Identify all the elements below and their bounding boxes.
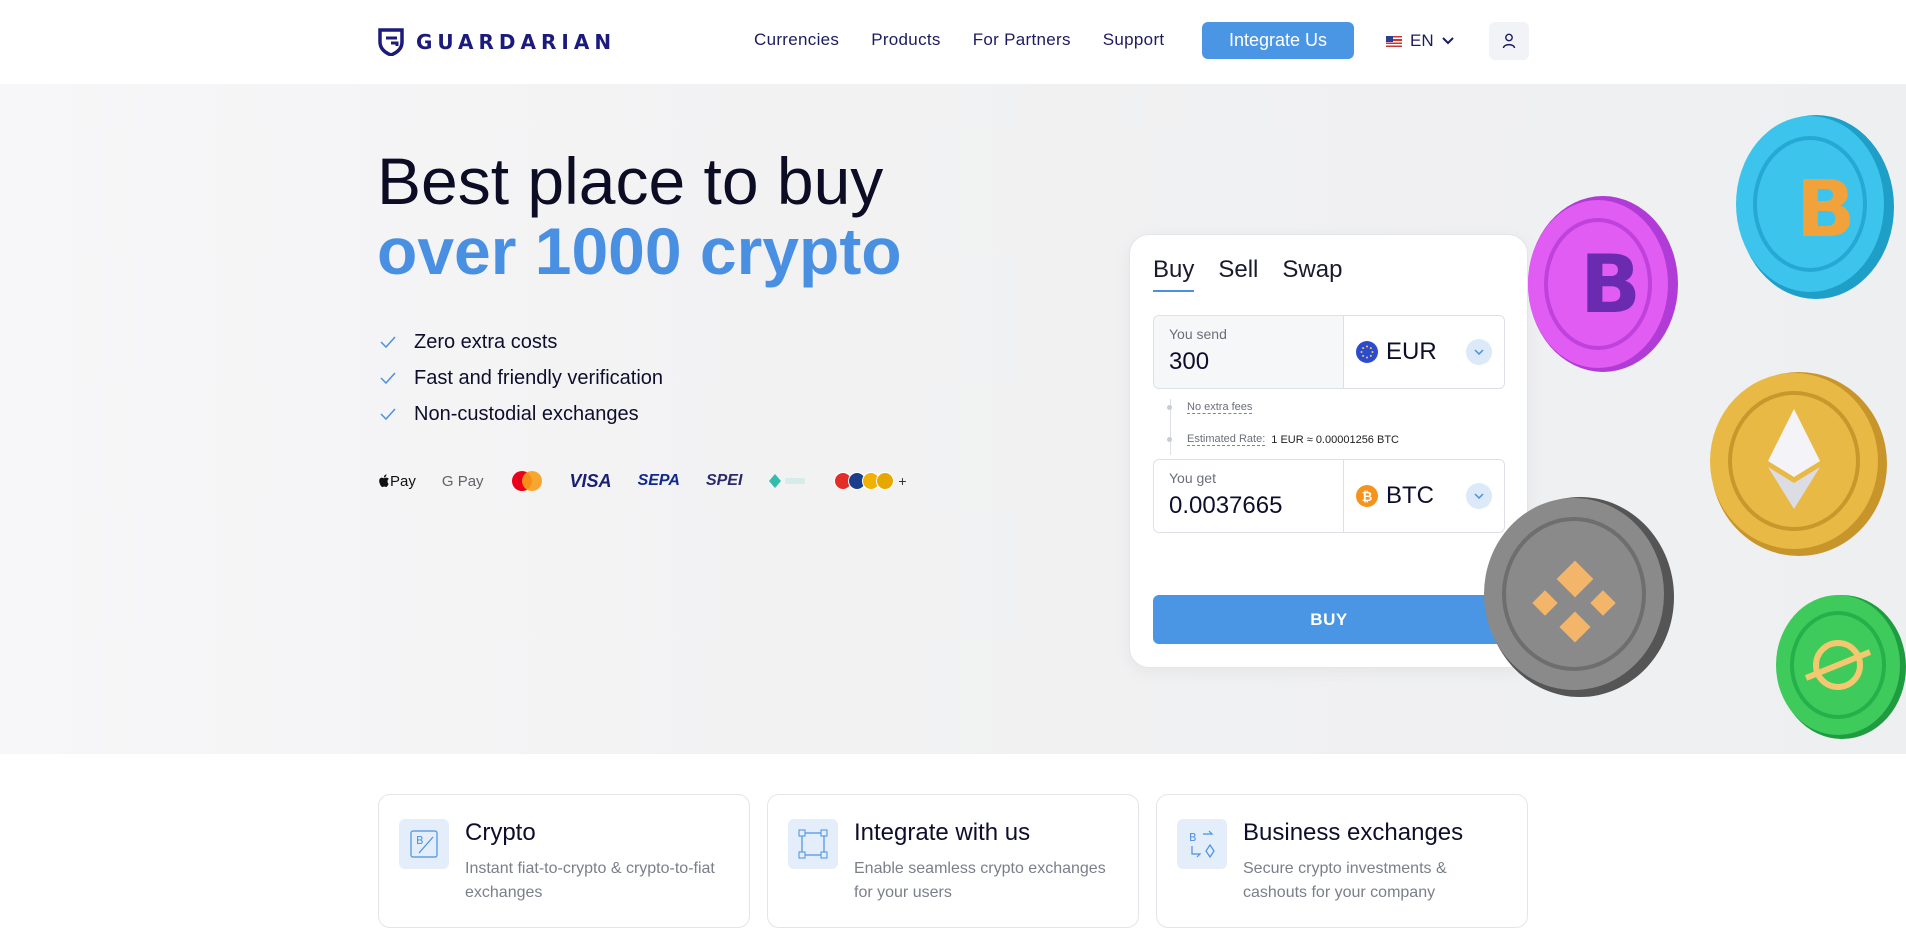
btc-coin-icon: ₿ xyxy=(1356,485,1378,507)
get-field: You get ₿ BTC xyxy=(1153,459,1505,533)
card-description: Instant fiat-to-crypto & crypto-to-fiat … xyxy=(465,860,715,901)
eur-coin-icon xyxy=(1356,341,1378,363)
silver-binance-coin xyxy=(1476,492,1676,702)
send-amount-box[interactable]: You send xyxy=(1154,316,1344,388)
us-flag-icon xyxy=(1386,35,1402,47)
user-icon xyxy=(1502,33,1516,49)
google-pay-logo: G Pay xyxy=(441,472,484,490)
nav-support[interactable]: Support xyxy=(1103,30,1165,50)
main-nav: Currencies Products For Partners Support xyxy=(754,30,1164,50)
apple-pay-text: Pay xyxy=(390,472,416,490)
send-label: You send xyxy=(1169,326,1227,342)
guardarian-logo-icon xyxy=(378,28,404,56)
feature-text: Zero extra costs xyxy=(414,330,558,353)
chevron-down-icon xyxy=(1466,339,1492,365)
blue-bitcoin-coin: B xyxy=(1730,112,1896,302)
hero-title-line1: Best place to buy xyxy=(377,144,884,218)
exchange-widget: Buy Sell Swap You send EUR No extra f xyxy=(1129,234,1528,668)
pix-logo xyxy=(768,473,808,489)
hero-title: Best place to buy over 1000 crypto xyxy=(377,146,902,286)
apple-icon xyxy=(379,474,389,487)
rate-value: 1 EUR ≈ 0.00001256 BTC xyxy=(1271,433,1399,446)
feature-item: Zero extra costs xyxy=(380,324,663,360)
logo-text: GUARDARIAN xyxy=(416,30,617,54)
more-methods: + xyxy=(898,473,907,489)
tab-buy[interactable]: Buy xyxy=(1153,256,1195,292)
sepa-logo: SEPA xyxy=(637,472,680,489)
check-icon xyxy=(380,372,396,384)
no-fees-text[interactable]: No extra fees xyxy=(1187,401,1253,414)
language-selector[interactable]: EN xyxy=(1386,31,1454,51)
buy-button[interactable]: BUY xyxy=(1153,595,1505,644)
send-currency-code: EUR xyxy=(1386,338,1437,365)
visa-logo: VISA xyxy=(569,470,612,491)
logo[interactable]: GUARDARIAN xyxy=(378,28,616,56)
send-field: You send EUR xyxy=(1153,315,1505,389)
site-header: GUARDARIAN Currencies Products For Partn… xyxy=(0,0,1906,84)
check-icon xyxy=(380,408,396,420)
card-crypto[interactable]: B Crypto Instant fiat-to-crypto & crypto… xyxy=(378,794,750,928)
get-amount-box[interactable]: You get xyxy=(1154,460,1344,532)
language-code: EN xyxy=(1410,31,1434,50)
payment-methods: Pay G Pay VISA SEPA SPEI + xyxy=(378,470,907,492)
apple-pay-logo: Pay xyxy=(378,473,416,490)
feature-list: Zero extra costs Fast and friendly verif… xyxy=(380,324,663,432)
green-stellar-coin xyxy=(1772,592,1906,742)
crypto-icon: B xyxy=(399,819,449,869)
card-title: Crypto xyxy=(465,819,536,846)
card-description: Secure crypto investments & cashouts for… xyxy=(1243,860,1447,901)
svg-text:B: B xyxy=(416,834,424,847)
feature-text: Non-custodial exchanges xyxy=(414,402,639,425)
get-label: You get xyxy=(1169,470,1216,486)
get-amount-input[interactable] xyxy=(1169,492,1329,520)
gold-ethereum-coin xyxy=(1704,369,1890,559)
nav-products[interactable]: Products xyxy=(871,30,941,50)
send-amount-input[interactable] xyxy=(1169,348,1329,376)
chevron-down-icon xyxy=(1441,37,1454,45)
card-description: Enable seamless crypto exchanges for you… xyxy=(854,860,1106,901)
svg-text:B: B xyxy=(1189,831,1197,844)
bullet-dot xyxy=(1167,437,1172,442)
card-business[interactable]: B Business exchanges Secure crypto inves… xyxy=(1156,794,1528,928)
account-button[interactable] xyxy=(1489,22,1529,60)
hero-section: Best place to buy over 1000 crypto Zero … xyxy=(0,84,1906,754)
widget-tabs: Buy Sell Swap xyxy=(1153,256,1342,292)
bullet-dot xyxy=(1167,405,1172,410)
tab-sell[interactable]: Sell xyxy=(1218,256,1258,292)
svg-text:B: B xyxy=(1796,165,1855,255)
send-currency-select[interactable]: EUR xyxy=(1344,316,1504,388)
tab-swap[interactable]: Swap xyxy=(1282,256,1342,292)
integrate-us-button[interactable]: Integrate Us xyxy=(1202,22,1354,59)
get-currency-code: BTC xyxy=(1386,482,1434,509)
feature-item: Non-custodial exchanges xyxy=(380,396,663,432)
hero-title-line2: over 1000 crypto xyxy=(377,214,902,288)
card-title: Integrate with us xyxy=(854,819,1031,846)
rate-label[interactable]: Estimated Rate: xyxy=(1187,433,1266,446)
local-methods-logos: + xyxy=(834,472,907,490)
nav-currencies[interactable]: Currencies xyxy=(754,30,839,50)
business-exchange-icon: B xyxy=(1177,819,1227,869)
check-icon xyxy=(380,336,396,348)
purple-bitcoin-coin: B xyxy=(1522,194,1680,374)
feature-item: Fast and friendly verification xyxy=(380,360,663,396)
no-fees-info: No extra fees xyxy=(1167,401,1253,414)
card-title: Business exchanges xyxy=(1243,819,1464,846)
svg-text:B: B xyxy=(1580,238,1641,331)
card-integrate[interactable]: Integrate with us Enable seamless crypto… xyxy=(767,794,1139,928)
integrate-icon xyxy=(788,819,838,869)
feature-text: Fast and friendly verification xyxy=(414,366,664,389)
spei-logo: SPEI xyxy=(705,472,743,489)
nav-for-partners[interactable]: For Partners xyxy=(973,30,1071,50)
rate-info: Estimated Rate: 1 EUR ≈ 0.00001256 BTC xyxy=(1167,433,1399,446)
product-cards: B Crypto Instant fiat-to-crypto & crypto… xyxy=(378,794,1528,928)
mastercard-logo xyxy=(510,470,544,492)
